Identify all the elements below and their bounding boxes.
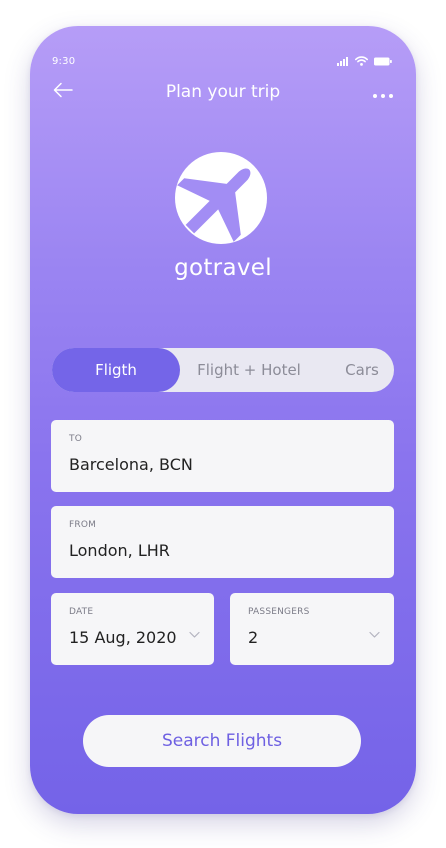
chevron-down-icon xyxy=(369,624,380,638)
search-flights-button[interactable]: Search Flights xyxy=(83,715,361,767)
passengers-select[interactable]: PASSENGERS 2 xyxy=(230,593,394,665)
to-value: Barcelona, BCN xyxy=(69,455,193,474)
from-label: FROM xyxy=(69,520,97,530)
status-time: 9:30 xyxy=(52,56,76,67)
tab-cars[interactable]: Cars xyxy=(334,348,390,392)
signal-icon xyxy=(337,56,349,66)
trip-type-tabs: Fligth Flight + Hotel Cars xyxy=(52,348,394,392)
phone-screen: 9:30 Plan your trip gotravel Fligth Flig… xyxy=(30,26,416,814)
to-field[interactable]: TO Barcelona, BCN xyxy=(51,420,394,492)
passengers-value: 2 xyxy=(248,628,259,647)
date-label: DATE xyxy=(69,607,94,617)
from-value: London, LHR xyxy=(69,541,170,560)
more-dots-icon[interactable] xyxy=(372,86,394,98)
chevron-down-icon xyxy=(189,624,200,638)
wifi-icon xyxy=(355,56,368,66)
page-title: Plan your trip xyxy=(165,82,281,102)
status-icons xyxy=(337,56,392,66)
to-label: TO xyxy=(69,434,82,444)
airplane-logo-icon xyxy=(175,152,267,244)
brand-name: gotravel xyxy=(174,255,272,281)
date-select[interactable]: DATE 15 Aug, 2020 xyxy=(51,593,214,665)
tab-flight[interactable]: Fligth xyxy=(52,348,180,392)
date-value: 15 Aug, 2020 xyxy=(69,628,177,647)
from-field[interactable]: FROM London, LHR xyxy=(51,506,394,578)
battery-icon xyxy=(374,57,392,66)
tab-flight-hotel[interactable]: Flight + Hotel xyxy=(192,348,306,392)
passengers-label: PASSENGERS xyxy=(248,607,310,617)
